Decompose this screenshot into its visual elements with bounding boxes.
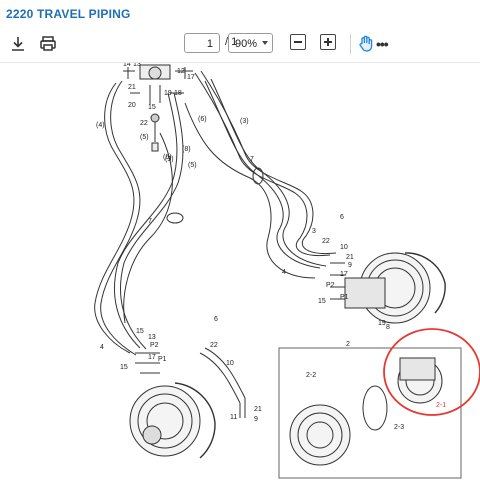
callout: 2-3 [394,424,404,431]
document-title: 2220 TRAVEL PIPING [6,7,131,21]
callout: P1 [340,294,349,301]
callout: (3) [165,156,174,163]
callout: 2-2 [306,372,316,379]
callout: 7 [250,156,254,163]
callout: (5) [140,134,149,141]
callout: 10 [226,360,234,367]
more-icon[interactable]: ••• [376,36,389,52]
callout: 15 [120,364,128,371]
document-title-bar: 2220 TRAVEL PIPING [0,0,480,27]
print-icon[interactable] [38,34,58,54]
callout: 3 [312,228,316,235]
callout: (4) [96,122,105,129]
callout: 13 [148,334,156,341]
callout: 2-1 [436,402,446,409]
callout: 22 [140,120,148,127]
pdf-toolbar: 1 / 1 90% ••• [0,26,480,63]
callout: 4 [282,269,286,276]
travel-piping-diagram: 16 14 13 12 17 21 19 18 20 15 22 (4) (5)… [94,58,480,479]
callout: P2 [326,282,335,289]
callout: (8) [182,146,191,153]
callout: 17 [187,74,195,81]
callout: 15 [136,328,144,335]
callout: 9 [254,416,258,423]
minus-icon [294,41,302,43]
callout: 8 [386,324,390,331]
callout: 9 [348,262,352,269]
callout: 13 [133,63,141,68]
callout: 18 [174,90,182,97]
callout: P2 [150,342,159,349]
chevron-down-icon [262,41,268,45]
callout: 7 [148,218,152,225]
callout: 4 [100,344,104,351]
callout: 20 [128,102,136,109]
callout: 22 [210,342,218,349]
callout: 15 [318,298,326,305]
callout: 10 [340,244,348,251]
zoom-out-button[interactable] [290,34,306,50]
download-icon[interactable] [8,34,28,54]
callout: (6) [198,116,207,123]
callout: 22 [322,238,330,245]
callout: 17 [148,354,156,361]
callout: 6 [214,316,218,323]
callout: 19 [164,90,172,97]
callout: 6 [340,214,344,221]
callout: 21 [254,406,262,413]
callout: P1 [158,356,167,363]
callout: 11 [230,414,237,421]
callout: 21 [346,254,354,261]
callout: 15 [148,104,156,111]
zoom-in-button[interactable] [320,34,336,50]
page-number-input[interactable]: 1 [184,33,220,53]
callout: 17 [340,271,348,278]
callout: (3) [240,118,249,125]
callout: 19 [378,320,386,327]
hand-tool-icon[interactable] [356,34,376,54]
callout: 21 [128,84,136,91]
callout: 14 [123,63,131,68]
callout: 12 [177,68,185,75]
callout: (5) [188,162,197,169]
toolbar-divider [350,34,351,54]
document-canvas: 16 14 13 12 17 21 19 18 20 15 22 (4) (5)… [0,58,480,479]
callout: 2 [346,341,350,348]
callout: 16 [112,63,120,65]
